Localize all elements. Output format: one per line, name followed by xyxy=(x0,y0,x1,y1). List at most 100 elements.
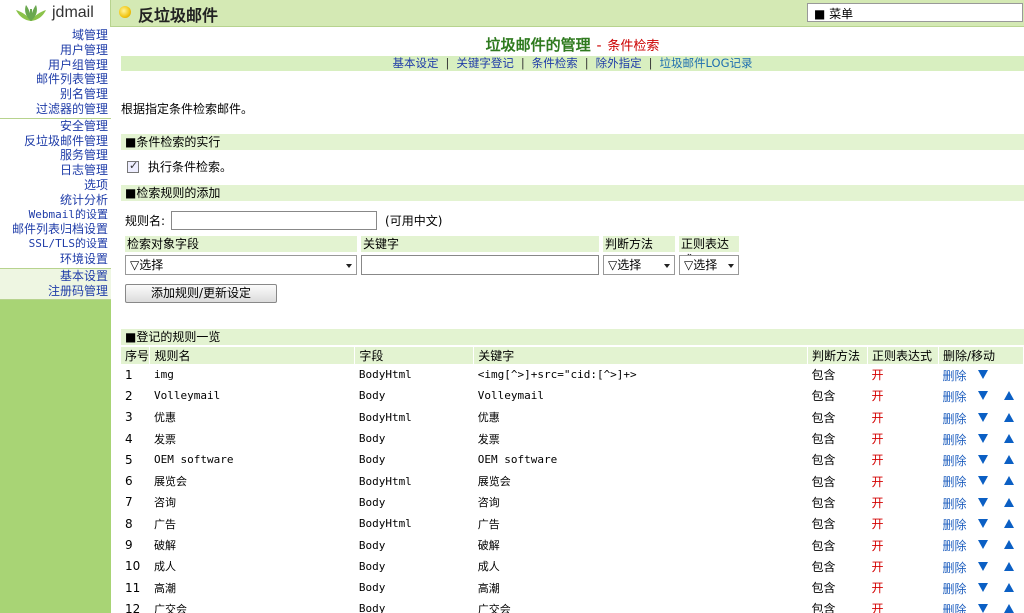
sidebar-item-list-archive[interactable]: 邮件列表归档设置 xyxy=(0,222,108,237)
sidebar-item-license[interactable]: 注册码管理 xyxy=(0,284,108,299)
execute-option[interactable]: 执行条件检索。 xyxy=(127,158,232,175)
bullet-icon xyxy=(119,6,131,18)
delete-link[interactable]: 删除 xyxy=(942,452,966,469)
cell-regex: 开 xyxy=(871,368,884,383)
sidebar-item-domain[interactable]: 域管理 xyxy=(0,28,108,43)
delete-link[interactable]: 删除 xyxy=(942,580,966,597)
move-down-icon[interactable] xyxy=(978,561,989,571)
move-down-icon[interactable] xyxy=(978,476,989,486)
move-down-icon[interactable] xyxy=(978,412,989,422)
col-regex: 正则表达式 xyxy=(867,347,939,364)
move-up-icon[interactable] xyxy=(1004,391,1015,401)
rule-name-input[interactable] xyxy=(171,211,378,230)
subnav-exclusions[interactable]: 除外指定 xyxy=(596,56,642,70)
table-row: 6 展览会 BodyHtml 展览会 包含 开 删除 xyxy=(121,470,1024,491)
sidebar-item-antispam[interactable]: 反垃圾邮件管理 xyxy=(0,134,108,149)
delete-link[interactable]: 删除 xyxy=(942,601,966,613)
move-down-icon[interactable] xyxy=(978,497,989,507)
move-down-icon[interactable] xyxy=(978,455,989,465)
move-up-icon[interactable] xyxy=(1004,582,1015,592)
subnav-keyword-registration[interactable]: 关键字登记 xyxy=(456,56,514,70)
sidebar-item-aliases[interactable]: 别名管理 xyxy=(0,87,108,102)
cell-method: 包含 xyxy=(811,538,836,553)
sidebar-item-options[interactable]: 选项 xyxy=(0,178,108,193)
delete-link[interactable]: 删除 xyxy=(942,473,966,490)
move-up-icon[interactable] xyxy=(1004,561,1015,571)
delete-link[interactable]: 删除 xyxy=(942,388,966,405)
cell-name: 广交会 xyxy=(153,602,187,613)
delete-link[interactable]: 删除 xyxy=(942,537,966,554)
sidebar-item-user-groups[interactable]: 用户组管理 xyxy=(0,58,108,73)
leaf-logo-icon xyxy=(16,5,46,21)
sidebar-item-filters[interactable]: 过滤器的管理 xyxy=(0,102,108,117)
move-up-icon[interactable] xyxy=(1004,497,1015,507)
sidebar-item-services[interactable]: 服务管理 xyxy=(0,148,108,163)
move-down-icon[interactable] xyxy=(978,604,989,613)
method-select[interactable]: ▽选择 xyxy=(603,255,675,275)
table-row: 9 破解 Body 破解 包含 开 删除 xyxy=(121,534,1024,555)
move-up-icon[interactable] xyxy=(1004,476,1015,486)
subnav-separator: | xyxy=(445,56,450,70)
col-field: 字段 xyxy=(354,347,475,364)
delete-link[interactable]: 删除 xyxy=(942,559,966,576)
cell-regex: 开 xyxy=(871,559,884,574)
menu-dropdown[interactable]: ■ 菜单 xyxy=(807,3,1023,22)
top-bar: jdmail 反垃圾邮件 ■ 菜单 xyxy=(0,0,1024,27)
move-up-icon[interactable] xyxy=(1004,604,1015,613)
cell-actions: 删除 xyxy=(938,470,1023,491)
cell-method: 包含 xyxy=(811,602,836,613)
execute-checkbox[interactable] xyxy=(127,159,139,173)
field-select[interactable]: ▽选择 xyxy=(125,255,357,275)
move-up-icon[interactable] xyxy=(1004,455,1015,465)
subnav-basic-settings[interactable]: 基本设定 xyxy=(393,56,439,70)
cell-regex: 开 xyxy=(871,538,884,553)
delete-link[interactable]: 删除 xyxy=(942,410,966,427)
cell-name: 优惠 xyxy=(153,411,176,425)
move-down-icon[interactable] xyxy=(978,433,989,443)
delete-link[interactable]: 删除 xyxy=(942,516,966,533)
cell-no: 10 xyxy=(125,559,141,574)
rule-name-row: 规则名: (可用中文) xyxy=(125,211,442,230)
cell-method: 包含 xyxy=(811,432,836,447)
cell-field: Body xyxy=(358,538,386,552)
sidebar-item-mailing-lists[interactable]: 邮件列表管理 xyxy=(0,72,108,87)
table-row: 8 广告 BodyHtml 广告 包含 开 删除 xyxy=(121,513,1024,534)
sidebar-item-logs[interactable]: 日志管理 xyxy=(0,163,108,178)
sidebar-item-ssl-tls[interactable]: SSL/TLS的设置 xyxy=(0,237,108,252)
cell-field: Body xyxy=(358,453,386,467)
sidebar-item-environment[interactable]: 环境设置 xyxy=(0,252,108,267)
delete-link[interactable]: 删除 xyxy=(942,495,966,512)
move-up-icon[interactable] xyxy=(1004,433,1015,443)
move-up-icon[interactable] xyxy=(1004,412,1015,422)
col-method: 判断方法 xyxy=(807,347,868,364)
cell-keyword: 高潮 xyxy=(477,581,500,595)
cell-method: 包含 xyxy=(811,368,836,383)
sidebar-item-basic-settings[interactable]: 基本设置 xyxy=(0,269,108,284)
logo[interactable]: jdmail xyxy=(0,0,111,27)
move-up-icon[interactable] xyxy=(1004,540,1015,550)
keyword-input[interactable] xyxy=(361,255,599,275)
delete-link[interactable]: 删除 xyxy=(942,431,966,448)
move-down-icon[interactable] xyxy=(978,391,989,401)
sidebar-item-webmail[interactable]: Webmail的设置 xyxy=(0,208,108,223)
sidebar-item-users[interactable]: 用户管理 xyxy=(0,43,108,58)
move-down-icon[interactable] xyxy=(978,370,989,379)
cell-keyword: 展览会 xyxy=(477,475,511,489)
subnav-condition-search[interactable]: 条件检索 xyxy=(532,56,578,70)
delete-link[interactable]: 删除 xyxy=(942,367,966,384)
regex-select[interactable]: ▽选择 xyxy=(679,255,739,275)
sidebar-item-security[interactable]: 安全管理 xyxy=(0,119,108,134)
move-up-icon[interactable] xyxy=(1004,519,1015,529)
page-description: 根据指定条件检索邮件。 xyxy=(121,102,254,116)
table-row: 2 Volleymail Body Volleymail 包含 开 删除 xyxy=(121,385,1024,406)
rules-table: 序号 规则名 字段 关键字 判断方法 正则表达式 删除/移动 1 img BodyH… xyxy=(121,347,1024,613)
add-rule-button[interactable]: 添加规则/更新设定 xyxy=(125,284,277,303)
table-row: 5 OEM software Body OEM software 包含 开 删除 xyxy=(121,449,1024,470)
col-keyword: 关键字 xyxy=(473,347,809,364)
sidebar-item-statistics[interactable]: 统计分析 xyxy=(0,193,108,208)
move-down-icon[interactable] xyxy=(978,540,989,550)
subnav-spam-log[interactable]: 垃圾邮件LOG记录 xyxy=(660,56,753,70)
move-down-icon[interactable] xyxy=(978,519,989,529)
move-down-icon[interactable] xyxy=(978,582,989,592)
cell-keyword: <img[^>]+src="cid:[^>]+> xyxy=(477,368,637,382)
